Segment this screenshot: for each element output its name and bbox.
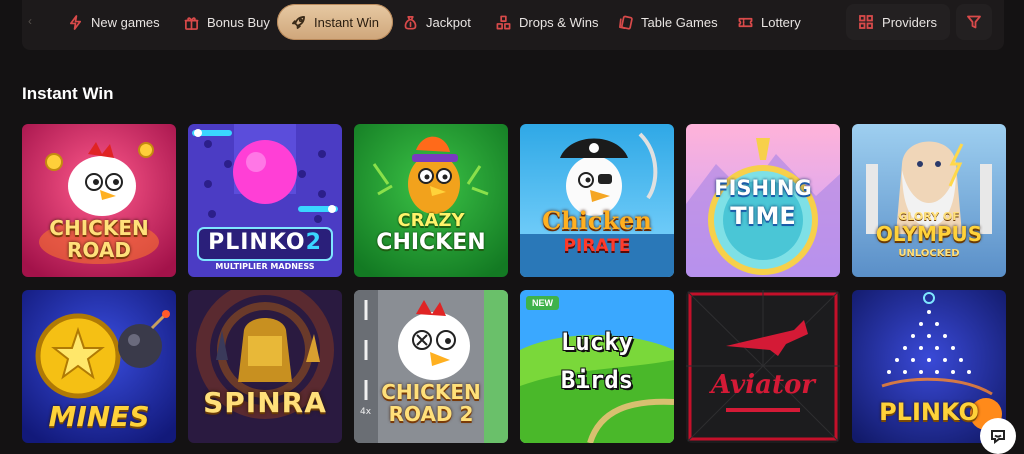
providers-label: Providers (882, 14, 937, 30)
scroll-fade-indicator: ‹ (28, 14, 32, 28)
chat-button[interactable] (980, 418, 1016, 454)
game-tile-glory-of-olympus[interactable]: GLORY OF OLYMPUS UNLOCKED (852, 124, 1006, 277)
ticket-icon (738, 17, 753, 27)
game-artwork (686, 124, 840, 277)
game-subtitle: MULTIPLIER MADNESS (215, 262, 315, 271)
nav-item-new-games[interactable]: New games (68, 4, 160, 40)
nav-item-drops-wins[interactable]: Drops & Wins (496, 4, 598, 40)
game-artwork (188, 290, 342, 443)
section-title: Instant Win (22, 84, 114, 103)
game-artwork (686, 290, 840, 443)
game-subtitle: UNLOCKED (898, 248, 960, 259)
game-tile-chicken-road[interactable]: CHICKEN ROAD (22, 124, 176, 277)
game-title: CHICKEN (381, 380, 481, 404)
game-tile-crazy-chicken[interactable]: CRAZY CHICKEN (354, 124, 508, 277)
game-title: SPINRA (203, 386, 327, 419)
game-tile-spinra[interactable]: SPINRA (188, 290, 342, 443)
nav-item-jackpot[interactable]: Jackpot (403, 4, 471, 40)
game-title: PLINKO (879, 398, 979, 426)
gift-icon (184, 16, 199, 30)
game-tile-chicken-pirate[interactable]: Chicken PIRATE (520, 124, 674, 277)
nav-item-label: Bonus Buy (207, 14, 270, 30)
nav-item-label: Jackpot (426, 14, 471, 30)
game-title: CHICKEN (376, 230, 486, 255)
game-title: FISHING (714, 176, 812, 200)
nav-item-label: Drops & Wins (519, 14, 599, 30)
nav-item-table-games[interactable]: Table Games (618, 4, 718, 40)
game-tile-chicken-road-2[interactable]: 4x CHICKEN ROAD 2 (354, 290, 508, 443)
game-title: Chicken (542, 206, 652, 235)
lightning-icon (69, 14, 82, 30)
new-badge: NEW (526, 296, 559, 310)
chat-icon (991, 430, 1005, 444)
nav-item-label: Instant Win (314, 14, 380, 30)
game-title: ROAD (67, 238, 131, 262)
nav-item-bonus-buy[interactable]: Bonus Buy (184, 4, 270, 40)
rocket-icon (292, 15, 305, 29)
game-title: MINES (48, 400, 150, 433)
filter-button[interactable] (956, 4, 992, 40)
game-title: CRAZY (397, 210, 465, 231)
providers-button[interactable]: Providers (846, 4, 950, 40)
game-tile-fishing-time[interactable]: FISHING TIME (686, 124, 840, 277)
nav-item-label: Table Games (641, 14, 718, 30)
money-bag-icon (404, 15, 417, 30)
cards-icon (619, 15, 633, 30)
game-tile-mines[interactable]: MINES (22, 290, 176, 443)
game-tile-lucky-birds[interactable]: NEW Lucky Birds (520, 290, 674, 443)
category-nav-bar: ‹ New games Bonus Buy Instant Win Jackpo… (22, 0, 1004, 50)
game-tile-plinko[interactable]: PLINKO (852, 290, 1006, 443)
game-tile-aviator[interactable]: Aviator (686, 290, 840, 443)
game-title: PLINKO2 (208, 230, 322, 255)
game-title: OLYMPUS (875, 222, 983, 246)
game-tile-plinko-2[interactable]: PLINKO2 MULTIPLIER MADNESS (188, 124, 342, 277)
game-title: PIRATE (563, 236, 631, 256)
nav-item-label: Lottery (761, 14, 801, 30)
game-title: CHICKEN (49, 216, 149, 240)
blocks-icon (496, 15, 511, 29)
nav-item-instant-win[interactable]: Instant Win (277, 4, 394, 40)
game-title: Birds (560, 366, 634, 394)
nav-item-lottery[interactable]: Lottery (738, 4, 801, 40)
filter-icon (967, 15, 981, 29)
game-title: ROAD 2 (388, 402, 474, 426)
game-title: Aviator (711, 370, 815, 400)
game-title: TIME (730, 202, 796, 230)
nav-item-label: New games (91, 14, 160, 30)
game-title: Lucky (560, 328, 634, 356)
grid-icon (859, 15, 873, 29)
